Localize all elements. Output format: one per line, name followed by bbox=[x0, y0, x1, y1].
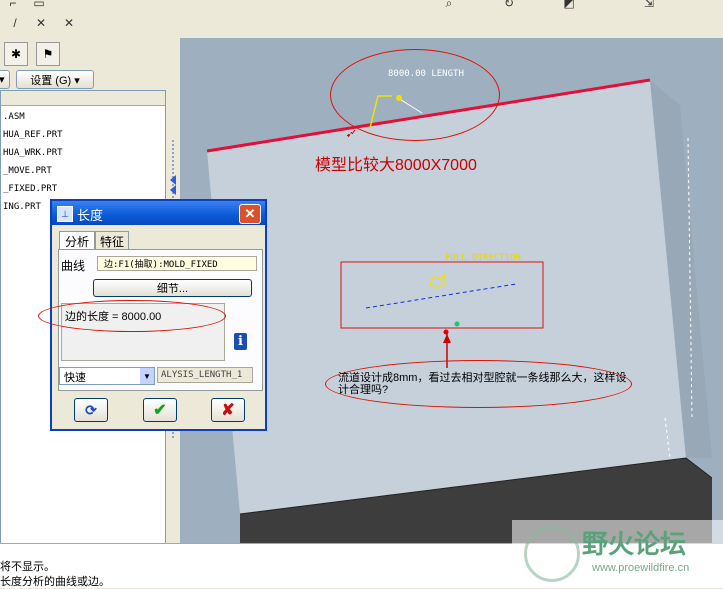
curve-label: 曲线 bbox=[61, 259, 86, 273]
annotation-model-size: 模型比较大8000X7000 bbox=[315, 157, 477, 174]
mode-select[interactable]: 快速 ▼ bbox=[59, 367, 155, 385]
highlight-ellipse bbox=[330, 49, 500, 141]
repeat-icon: ⟳ bbox=[85, 401, 97, 418]
tab-feature[interactable]: 特征 bbox=[95, 231, 129, 250]
tree-item[interactable]: HUA_REF.PRT bbox=[3, 130, 63, 140]
settings-label: 设置 (G) ▾ bbox=[30, 74, 80, 87]
zoom-icon[interactable]: ⌕ bbox=[440, 0, 458, 12]
dialog-title: 长度 bbox=[77, 208, 104, 223]
ok-button[interactable]: ✔ bbox=[143, 398, 177, 422]
cancel-icon: ✘ bbox=[221, 402, 235, 419]
details-button[interactable]: 细节... bbox=[93, 279, 252, 297]
datum-point-icon[interactable]: ✕ bbox=[32, 14, 50, 32]
tree-dropdown[interactable]: ▾ bbox=[0, 70, 10, 89]
highlight-ellipse bbox=[38, 300, 226, 332]
status-line: 将不显示。 bbox=[0, 561, 55, 573]
analysis-name-field[interactable]: ALYSIS_LENGTH_1 bbox=[157, 367, 253, 383]
cancel-button[interactable]: ✘ bbox=[211, 398, 245, 422]
pull-direction-label: PULL DIRECTION bbox=[445, 253, 521, 263]
settings-dropdown[interactable]: 设置 (G) ▾ bbox=[16, 70, 94, 89]
close-button[interactable]: ✕ bbox=[239, 204, 261, 224]
tree-header bbox=[1, 91, 165, 106]
repeat-button[interactable]: ⟳ bbox=[74, 398, 108, 422]
annotation-question: 流道设计成8mm，看过去相对型腔就一条线那么大，这样设计合理吗? bbox=[338, 372, 627, 396]
tree-item[interactable]: .ASM bbox=[3, 112, 25, 122]
tree-item[interactable]: ING.PRT bbox=[3, 202, 41, 212]
panel-tabs: ✱ ⚑ bbox=[4, 42, 64, 66]
length-dialog: ⊥ 长度 ✕ 分析 特征 曲线 边:F1(抽取):MOLD_FIXED 细节..… bbox=[38, 199, 267, 431]
main-toolbar: ⌐ ▭ ⌕ ↻ ◩ ⇲ bbox=[0, 0, 723, 10]
tree-item[interactable]: _FIXED.PRT bbox=[3, 184, 57, 194]
curve-field[interactable]: 边:F1(抽取):MOLD_FIXED bbox=[97, 256, 257, 271]
view-icon[interactable]: ◩ bbox=[560, 0, 578, 12]
arrow-icon: ➹ bbox=[346, 129, 354, 139]
check-icon: ✔ bbox=[153, 402, 167, 419]
tree-item[interactable]: _MOVE.PRT bbox=[3, 166, 52, 176]
tree-item[interactable]: HUA_WRK.PRT bbox=[3, 148, 63, 158]
orient-icon[interactable]: ⇲ bbox=[640, 0, 658, 12]
coord-sys-icon[interactable]: ✕ bbox=[60, 14, 78, 32]
dimension-label: 8000.00 LENGTH bbox=[388, 69, 464, 79]
watermark-title: 野火论坛 bbox=[582, 529, 687, 559]
info-icon[interactable]: i bbox=[234, 333, 247, 350]
tab-analysis[interactable]: 分析 bbox=[59, 231, 95, 250]
watermark: 野火论坛 www.proewildfire.cn bbox=[512, 520, 723, 582]
rotate-icon[interactable]: ↻ bbox=[500, 0, 518, 12]
datum-axis-icon[interactable]: / bbox=[6, 14, 24, 32]
datum-toolbar: / ✕ ✕ bbox=[0, 10, 180, 38]
folder-tab-icon[interactable]: ⚑ bbox=[36, 42, 60, 66]
ruler-icon: ⊥ bbox=[57, 206, 73, 222]
chevron-down-icon[interactable]: ▼ bbox=[140, 368, 154, 384]
watermark-url: www.proewildfire.cn bbox=[592, 562, 690, 574]
dialog-titlebar[interactable]: ⊥ 长度 ✕ bbox=[52, 201, 265, 225]
watermark-logo-icon bbox=[524, 526, 580, 582]
layer-tab-icon[interactable]: ✱ bbox=[4, 42, 28, 66]
mode-value: 快速 bbox=[64, 372, 86, 384]
